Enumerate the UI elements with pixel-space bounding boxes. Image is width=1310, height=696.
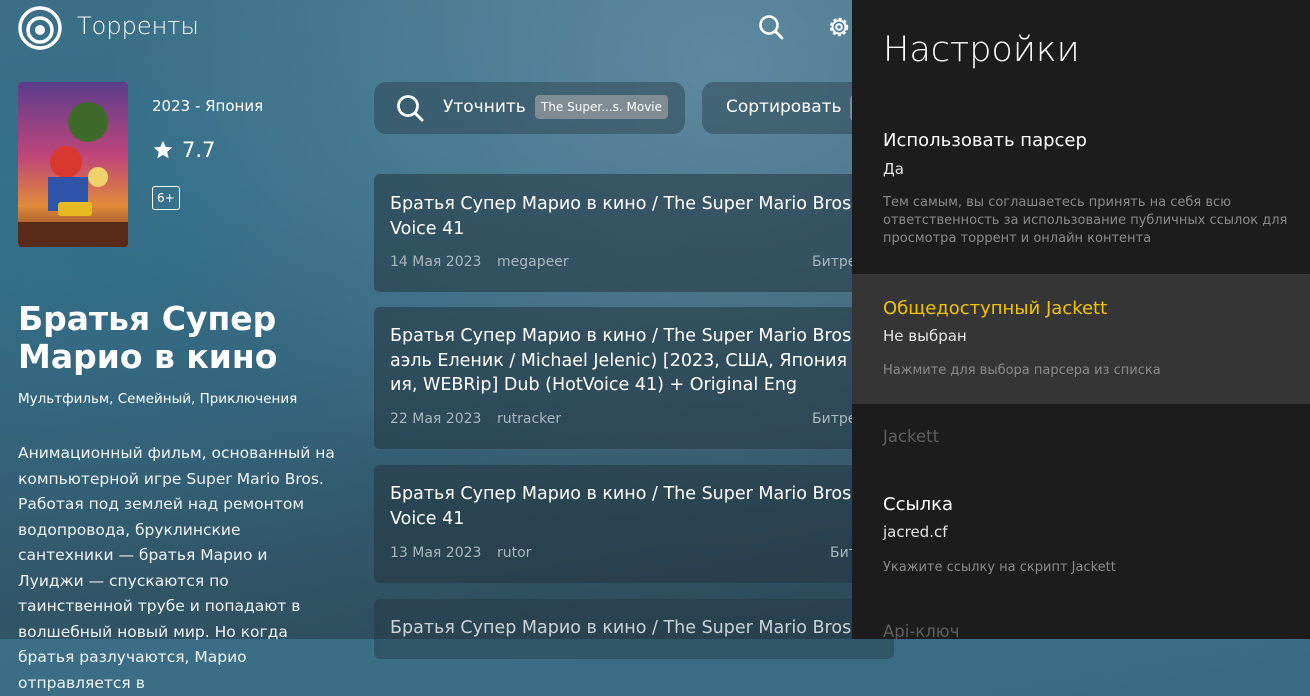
settings-panel: Настройки Использовать парсер Да Тем сам… [852,0,1310,641]
movie-rating: 7.7 [152,138,215,162]
torrent-tracker: rutracker [497,411,562,427]
torrent-date: 22 Мая 2023 [390,411,482,427]
torrent-title: Братья Супер Марио в кино / The Super Ma… [390,326,852,395]
settings-title: Настройки [883,30,1080,70]
setting-description: Нажмите для выбора парсера из списка [883,363,1161,378]
sort-label: Сортировать [726,97,842,117]
torrent-card[interactable]: Братья Супер Марио в кино / The Super Ma… [374,307,894,449]
gear-icon [829,17,849,37]
torrent-title: Братья Супер Марио в кино / The Super Ma… [390,618,852,638]
movie-description: Анимационный фильм, основанный на компью… [18,444,335,692]
header-settings-button[interactable] [822,10,856,44]
setting-name: Общедоступный Jackett [883,298,1108,319]
movie-poster [18,82,128,247]
torrent-card[interactable]: Братья Супер Марио в кино / The Super Ma… [374,174,894,292]
refine-filter-button[interactable]: Уточнить The Super...s. Movie [374,82,685,134]
setting-description: Тем самым, вы соглашаетесь принять на се… [883,195,1288,246]
setting-api-key[interactable]: Api-ключ [883,622,959,641]
torrent-card[interactable]: Братья Супер Марио в кино / The Super Ma… [374,599,894,659]
torrent-card[interactable]: Братья Супер Марио в кино / The Super Ma… [374,465,894,583]
torrent-tracker: rutor [497,545,532,561]
movie-title: Братья Супер Марио в кино [18,299,278,376]
setting-value: Не выбран [883,327,967,345]
header: Торренты [0,0,852,54]
torrent-date: 13 Мая 2023 [390,545,482,561]
torrent-title: Братья Супер Марио в кино / The Super Ma… [390,194,852,239]
setting-use-parser[interactable]: Использовать парсер Да Тем самым, вы сог… [852,110,1310,270]
setting-value: Да [883,160,904,178]
section-jackett-header: Jackett [883,427,940,446]
setting-public-jackett[interactable]: Общедоступный Jackett Не выбран Нажмите … [852,274,1310,404]
search-icon [397,95,424,122]
logo-icon [18,6,62,50]
torrent-date: 14 Мая 2023 [390,254,482,270]
torrent-bitrate: Битре [812,254,857,270]
torrent-bitrate: Битре [812,411,857,427]
age-rating-badge: 6+ [152,186,180,210]
setting-name: Использовать парсер [883,130,1087,151]
filter-query-tag: The Super...s. Movie [535,95,669,119]
app-title: Торренты [77,12,199,40]
setting-description: Укажите ссылку на скрипт Jackett [883,560,1116,575]
star-icon [153,140,173,159]
torrent-title: Братья Супер Марио в кино / The Super Ma… [390,484,852,529]
setting-name: Ссылка [883,494,954,515]
rating-value: 7.7 [182,138,216,162]
setting-jackett-url[interactable]: Ссылка jacred.cf Укажите ссылку на скрип… [852,476,1310,596]
setting-value: jacred.cf [883,523,948,541]
poster-image [18,82,128,247]
torrent-tracker: megapeer [497,254,569,270]
filter-label: Уточнить [443,97,526,117]
header-search-button[interactable] [754,10,788,44]
movie-year-country: 2023 - Япония [152,97,264,115]
search-icon [759,15,784,40]
movie-genres: Мультфильм, Семейный, Приключения [18,391,298,407]
